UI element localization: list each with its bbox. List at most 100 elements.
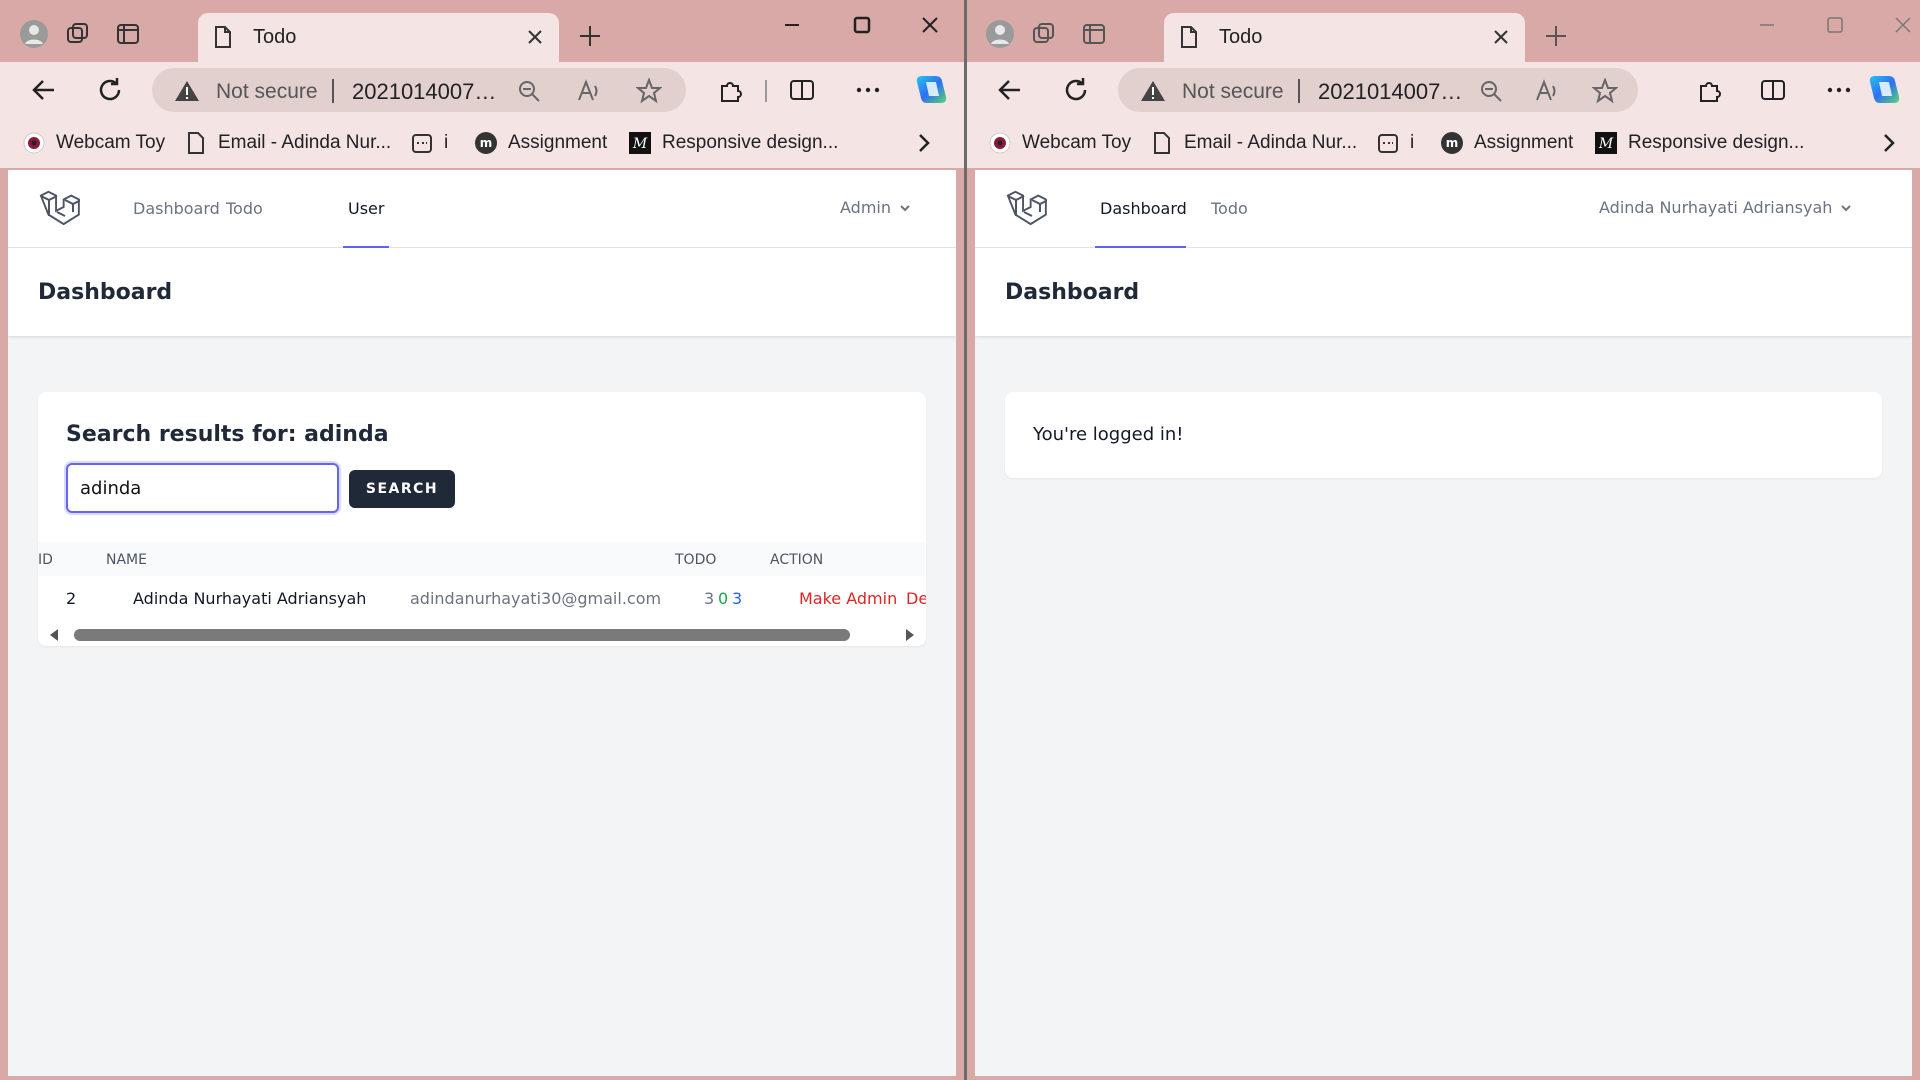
favorite-icon[interactable]	[1591, 77, 1619, 109]
bookmark-responsive-design[interactable]: M Responsive design...	[1594, 128, 1804, 158]
page-title: Dashboard	[38, 280, 173, 305]
browser-window-left: Todo Not secure 202101400722... Webcam T…	[0, 0, 964, 1080]
maximize-icon[interactable]	[842, 10, 882, 40]
cell-id: 2	[66, 589, 77, 608]
minimize-icon[interactable]	[772, 10, 812, 40]
close-icon[interactable]	[525, 27, 545, 52]
bookmark-label: Assignment	[1474, 132, 1574, 153]
todo-count-done: 0	[718, 589, 729, 608]
zoom-icon[interactable]	[516, 78, 542, 109]
webcam-icon	[22, 131, 46, 155]
cell-name: Adinda Nurhayati Adriansyah	[133, 589, 367, 608]
bookmarks-bar: Webcam Toy Email - Adinda Nur... i m Assi…	[967, 118, 1920, 168]
bookmark-label: Webcam Toy	[1022, 132, 1132, 153]
security-label: Not secure	[216, 80, 318, 103]
copilot-icon[interactable]	[1865, 70, 1905, 110]
browser-tab[interactable]: Todo	[1164, 13, 1525, 62]
bookmark-webcam-toy[interactable]: Webcam Toy	[22, 128, 165, 158]
nav-link-todo[interactable]: Todo	[1211, 199, 1248, 218]
more-icon[interactable]	[850, 72, 886, 108]
refresh-icon[interactable]	[1058, 72, 1094, 108]
bookmark-label: Webcam Toy	[56, 132, 166, 153]
svg-text:M: M	[632, 136, 648, 152]
bookmark-assignment[interactable]: m Assignment	[474, 128, 607, 158]
nav-link-todo[interactable]: Todo	[226, 199, 263, 218]
bookmark-responsive-design[interactable]: M Responsive design...	[628, 128, 838, 158]
bookmark-assignment[interactable]: m Assignment	[1440, 128, 1573, 158]
bookmark-label: Responsive design...	[1628, 132, 1805, 153]
search-card: Search results for: adinda SEARCH ID NAM…	[38, 392, 926, 646]
minimize-icon[interactable]	[1747, 10, 1787, 40]
title-bar: Todo	[967, 0, 1920, 62]
url-text[interactable]: 202101400722...	[352, 79, 502, 105]
favorite-icon[interactable]	[635, 77, 663, 109]
plus-icon[interactable]	[1540, 20, 1572, 52]
browser-tab[interactable]: Todo	[198, 13, 559, 62]
tab-actions-icon[interactable]	[1078, 18, 1110, 50]
nav-link-dashboard[interactable]: Dashboard	[1100, 199, 1187, 218]
nav-link-user[interactable]: User	[348, 199, 384, 218]
page-icon	[1178, 25, 1200, 54]
user-dropdown[interactable]: Admin	[840, 198, 911, 217]
laravel-logo[interactable]	[38, 188, 82, 235]
tab-actions-icon[interactable]	[112, 18, 144, 50]
refresh-icon[interactable]	[92, 72, 128, 108]
bookmark-i[interactable]: i	[1376, 128, 1414, 158]
zoom-icon[interactable]	[1478, 78, 1504, 109]
delete-button[interactable]: Del	[906, 589, 926, 608]
read-aloud-icon[interactable]	[576, 78, 602, 109]
read-aloud-icon[interactable]	[1534, 78, 1560, 109]
toolbar-separator	[765, 80, 767, 102]
maximize-icon[interactable]	[1815, 10, 1855, 40]
chevron-right-icon[interactable]	[914, 128, 934, 158]
warning-icon[interactable]	[174, 79, 200, 108]
scroll-right-icon[interactable]	[904, 629, 916, 641]
close-window-icon[interactable]	[1883, 10, 1920, 40]
laravel-logo[interactable]	[1005, 188, 1049, 235]
search-input[interactable]	[66, 463, 339, 513]
back-icon[interactable]	[992, 72, 1028, 108]
warning-icon[interactable]	[1140, 79, 1166, 108]
bookmark-email[interactable]: Email - Adinda Nur...	[1150, 128, 1357, 158]
search-button[interactable]: SEARCH	[349, 470, 455, 508]
profile-icon[interactable]	[984, 18, 1016, 50]
user-dropdown[interactable]: Adinda Nurhayati Adriansyah	[1599, 198, 1852, 217]
split-screen-icon[interactable]	[784, 72, 820, 108]
medium-icon: M	[628, 131, 652, 155]
calendar-icon	[410, 131, 434, 155]
back-icon[interactable]	[26, 72, 62, 108]
address-bar[interactable]: Not secure 202101400722...	[1118, 68, 1638, 112]
copilot-icon[interactable]	[912, 70, 952, 110]
chevron-right-icon[interactable]	[1879, 128, 1899, 158]
table-row: 2 Adinda Nurhayati Adriansyah adindanurh…	[38, 576, 926, 622]
extensions-icon[interactable]	[712, 72, 748, 108]
split-screen-icon[interactable]	[1755, 72, 1791, 108]
title-bar: Todo	[0, 0, 964, 62]
workspaces-icon[interactable]	[1028, 18, 1060, 50]
make-admin-button[interactable]: Make Admin	[799, 589, 897, 608]
close-window-icon[interactable]	[910, 10, 950, 40]
app-navbar: Dashboard Todo User Admin	[8, 170, 956, 248]
more-icon[interactable]	[1821, 72, 1857, 108]
workspaces-icon[interactable]	[62, 18, 94, 50]
security-label: Not secure	[1182, 80, 1284, 103]
profile-icon[interactable]	[18, 18, 50, 50]
column-header-id: ID	[38, 552, 53, 568]
close-icon[interactable]	[1491, 27, 1511, 52]
extensions-icon[interactable]	[1691, 72, 1727, 108]
page-icon	[212, 25, 234, 54]
bookmark-webcam-toy[interactable]: Webcam Toy	[988, 128, 1131, 158]
scroll-left-icon[interactable]	[48, 629, 60, 641]
nav-link-dashboard[interactable]: Dashboard	[133, 199, 220, 218]
address-bar[interactable]: Not secure 202101400722...	[152, 68, 686, 112]
tab-title: Todo	[253, 26, 297, 48]
bookmark-i[interactable]: i	[410, 128, 448, 158]
url-text[interactable]: 202101400722...	[1318, 79, 1468, 105]
bookmark-email[interactable]: Email - Adinda Nur...	[184, 128, 391, 158]
address-separator	[332, 79, 334, 103]
webcam-icon	[988, 131, 1012, 155]
table-header: ID NAME TODO ACTION	[38, 542, 926, 576]
scrollbar-thumb[interactable]	[74, 629, 850, 641]
horizontal-scrollbar[interactable]	[38, 622, 926, 646]
plus-icon[interactable]	[574, 20, 606, 52]
